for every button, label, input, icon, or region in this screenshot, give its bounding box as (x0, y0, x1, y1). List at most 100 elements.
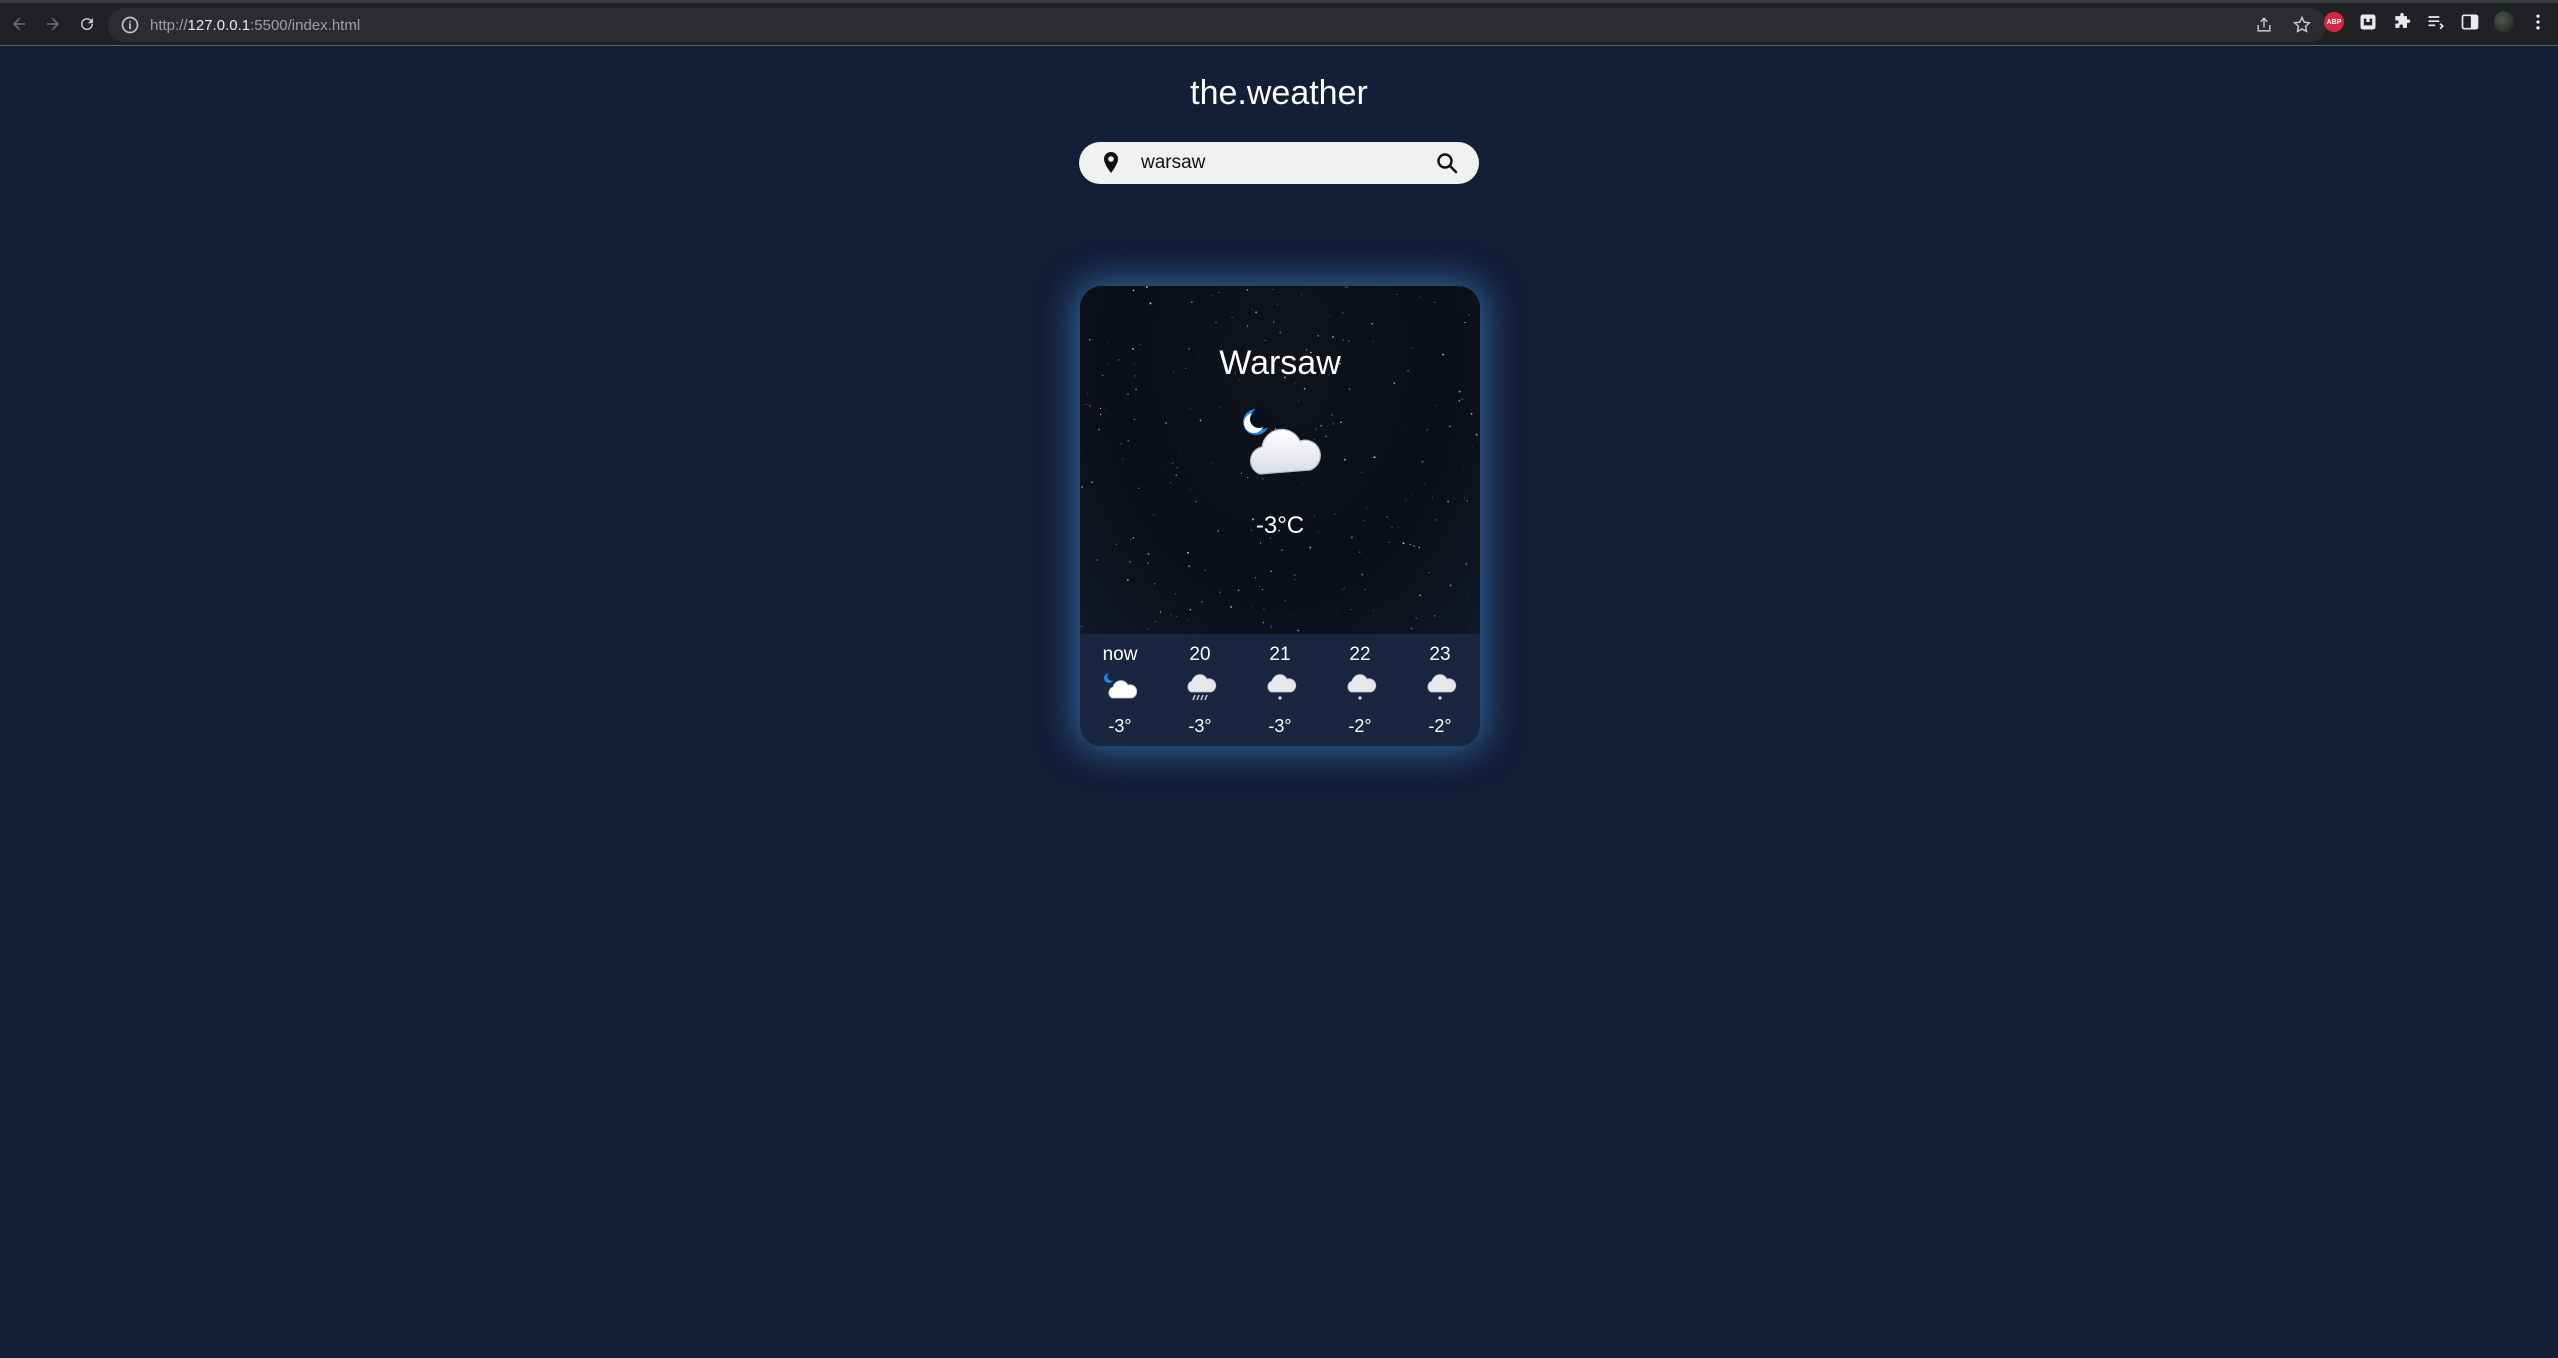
star (1129, 561, 1131, 563)
star (1337, 612, 1338, 614)
star (1230, 606, 1232, 608)
share-icon[interactable] (2254, 15, 2274, 35)
star (1364, 588, 1366, 591)
star (1196, 328, 1198, 330)
search-bar (1079, 142, 1479, 184)
star (1361, 472, 1363, 473)
city-search-input[interactable] (1141, 148, 1411, 178)
address-bar[interactable]: http://127.0.0.1:5500/index.html (108, 8, 2326, 42)
star (1472, 446, 1473, 448)
star (1087, 403, 1089, 405)
star (1261, 588, 1264, 591)
star (1080, 454, 1081, 457)
star (1170, 614, 1172, 616)
star (1341, 288, 1343, 290)
star (1432, 497, 1433, 498)
star (1395, 293, 1398, 296)
forecast-temperature: -3° (1188, 716, 1212, 736)
cloud-snow-icon (1347, 674, 1377, 700)
side-panel-icon (2461, 14, 2479, 30)
bookmark-star-icon[interactable] (2292, 15, 2312, 35)
star (1426, 429, 1428, 431)
star (1171, 462, 1174, 465)
reading-list-icon (2428, 16, 2444, 30)
browser-menu-button[interactable] (2528, 12, 2548, 32)
extensions-menu[interactable] (2392, 12, 2412, 32)
star (1086, 393, 1089, 395)
star (1188, 565, 1191, 568)
ublock-extension[interactable] (2358, 12, 2378, 32)
reload-icon (81, 18, 94, 31)
star (1409, 543, 1412, 546)
star (1449, 425, 1451, 428)
info-icon[interactable] (120, 15, 140, 35)
star (1343, 458, 1346, 461)
star (1458, 390, 1461, 393)
star (1147, 298, 1148, 300)
star (1264, 339, 1266, 342)
star (1165, 422, 1167, 424)
extensions-bar: ABP (2324, 11, 2548, 33)
star (1201, 601, 1203, 603)
star (1262, 621, 1265, 624)
star (1434, 615, 1436, 617)
moon-cloud-icon (1104, 672, 1137, 699)
star (1471, 287, 1472, 289)
back-button[interactable] (4, 9, 34, 39)
star (1100, 413, 1102, 416)
star (1327, 335, 1329, 336)
abp-extension[interactable]: ABP (2324, 12, 2344, 32)
star (1294, 579, 1296, 581)
star (1350, 608, 1352, 610)
star (1141, 493, 1143, 495)
star (1435, 447, 1437, 449)
search-icon[interactable] (1435, 151, 1459, 175)
star (1154, 620, 1156, 622)
side-panel-button[interactable] (2460, 12, 2480, 32)
star (1199, 419, 1202, 422)
star (1110, 592, 1112, 593)
star (1277, 303, 1279, 305)
star (1195, 500, 1197, 503)
star (1112, 335, 1114, 337)
cloud-rain-icon (1187, 674, 1217, 701)
reload-button[interactable] (72, 9, 102, 39)
star (1297, 629, 1299, 632)
star (1251, 309, 1253, 310)
star (1402, 542, 1405, 545)
star (1215, 321, 1217, 324)
star (1135, 388, 1137, 391)
star (1281, 549, 1283, 551)
forward-button[interactable] (38, 9, 68, 39)
star (1246, 325, 1249, 327)
star (1107, 341, 1109, 343)
reading-list-button[interactable] (2426, 12, 2446, 32)
star (1080, 625, 1083, 628)
star (1175, 474, 1178, 476)
star (1272, 288, 1274, 290)
star (1270, 625, 1273, 628)
star (1459, 286, 1461, 288)
star (1419, 594, 1422, 597)
star (1340, 421, 1342, 424)
forecast-item: 23 -2° (1412, 634, 1468, 746)
browser-toolbar: http://127.0.0.1:5500/index.html ABP (0, 0, 2558, 46)
star (1290, 613, 1292, 615)
star (1447, 500, 1449, 503)
star (1181, 450, 1182, 452)
star (1127, 393, 1129, 395)
profile-button[interactable] (2494, 11, 2514, 33)
star (1372, 456, 1374, 458)
forecast-item: now -3° (1092, 634, 1148, 746)
star (1246, 289, 1249, 291)
star (1421, 460, 1424, 463)
star (1395, 333, 1397, 335)
cloud-snow-icon (1427, 674, 1457, 700)
star (1331, 414, 1333, 416)
star (1468, 385, 1470, 386)
star (1463, 464, 1465, 466)
star (1270, 570, 1272, 572)
star (1211, 295, 1213, 296)
star (1424, 483, 1426, 485)
star (1190, 489, 1191, 491)
